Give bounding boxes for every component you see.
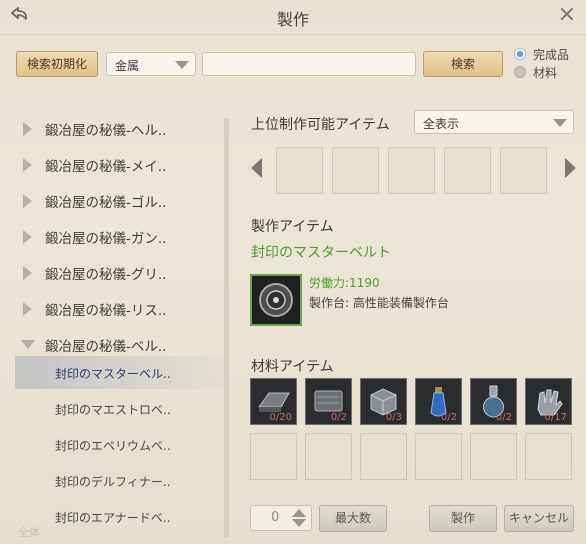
radio-unselected-icon — [514, 66, 526, 78]
belt-icon — [259, 283, 293, 317]
craft-item-name: 封印のマスターベルト — [251, 245, 391, 261]
material-slot[interactable]: 0/17 — [525, 378, 572, 425]
expand-icon — [23, 122, 32, 136]
craft-item-icon[interactable] — [250, 274, 302, 326]
tree-item[interactable]: 鍛冶屋の秘儀-メイ.. — [15, 148, 225, 181]
subitem-label: 封印のマエストロベ.. — [55, 403, 171, 417]
quantity-value: 0 — [271, 510, 280, 525]
search-button[interactable]: 検索 — [423, 51, 503, 77]
tree-item[interactable]: 鍛冶屋の秘儀-ヘル.. — [15, 112, 225, 145]
expand-icon — [23, 194, 32, 208]
upper-filter-select[interactable]: 全表示 — [414, 110, 574, 134]
tree-item-label: 鍛冶屋の秘儀-グリ.. — [45, 267, 167, 283]
chevron-down-icon — [553, 119, 567, 127]
expand-icon — [23, 230, 32, 244]
quantity-stepper[interactable]: 0 — [250, 505, 312, 531]
reset-search-button[interactable]: 検索初期化 — [16, 51, 98, 77]
material-count: 0/3 — [385, 412, 402, 423]
increment-icon[interactable] — [292, 509, 306, 517]
category-select[interactable]: 金属 — [106, 52, 196, 76]
tree-item[interactable]: 鍛冶屋の秘儀-リス.. — [15, 292, 225, 325]
craft-item-heading: 製作アイテム — [251, 219, 334, 235]
material-empty-slot — [415, 433, 462, 480]
upper-item-slot[interactable] — [332, 147, 379, 194]
material-count: 0/2 — [330, 412, 347, 423]
subitem-label: 封印のエアナードベ.. — [55, 511, 171, 525]
expand-icon — [23, 302, 32, 316]
crafting-window: 製作 × 検索初期化 金属 検索 完成品 材料 鍛冶屋の秘儀-ヘル.. 鍛冶屋の… — [0, 0, 586, 544]
title-bar: 製作 × — [0, 0, 586, 34]
upper-item-slot[interactable] — [388, 147, 435, 194]
tree-scrollbar[interactable] — [224, 118, 229, 538]
chevron-down-icon — [175, 61, 189, 69]
tree-item[interactable]: 鍛冶屋の秘儀-ガン.. — [15, 220, 225, 253]
tree-item-label: 鍛冶屋の秘儀-ゴル.. — [45, 195, 167, 211]
material-empty-slot — [250, 433, 297, 480]
subitem-label: 封印のエペリウムベ.. — [55, 439, 171, 453]
tree-subitem[interactable]: 封印のマエストロベ.. — [15, 392, 225, 425]
category-select-value: 金属 — [115, 59, 140, 73]
window-title: 製作 — [276, 10, 309, 29]
material-empty-slot — [525, 433, 572, 480]
craft-button[interactable]: 製作 — [429, 505, 497, 532]
material-count: 0/20 — [269, 412, 292, 423]
upper-items-heading: 上位制作可能アイテム — [251, 117, 390, 133]
expand-icon — [23, 266, 32, 280]
tree-subitem[interactable]: 封印のエペリウムベ.. — [15, 428, 225, 461]
upper-item-slot[interactable] — [276, 147, 323, 194]
search-input[interactable] — [202, 52, 416, 76]
next-arrow-icon[interactable] — [565, 158, 576, 178]
material-empty-slot — [305, 433, 352, 480]
material-count: 0/2 — [495, 412, 512, 423]
tree-item-label: 鍛冶屋の秘儀-リス.. — [45, 303, 167, 319]
material-empty-slot — [360, 433, 407, 480]
tree-item-label: 鍛冶屋の秘儀-ベル.. — [45, 339, 167, 355]
tree-item[interactable]: 鍛冶屋の秘儀-グリ.. — [15, 256, 225, 289]
subitem-label: 封印のデルフィナー.. — [55, 475, 171, 489]
close-icon[interactable]: × — [558, 2, 576, 27]
prev-arrow-icon[interactable] — [251, 158, 262, 178]
expand-icon — [23, 158, 32, 172]
tree-footer-label: 全体 — [18, 526, 40, 539]
material-empty-slot — [470, 433, 517, 480]
materials-heading: 材料アイテム — [251, 359, 334, 375]
upper-item-slot[interactable] — [444, 147, 491, 194]
material-slot[interactable]: 0/2 — [470, 378, 517, 425]
decrement-icon[interactable] — [292, 519, 306, 527]
collapse-icon — [21, 340, 35, 349]
material-count: 0/17 — [544, 412, 567, 423]
craft-station: 製作台: 高性能装備製作台 — [309, 296, 449, 310]
material-count: 0/2 — [440, 412, 457, 423]
radio-material-label: 材料 — [533, 66, 558, 80]
title-divider — [0, 34, 586, 35]
subitem-label: 封印のマスターベル.. — [55, 367, 171, 381]
tree-subitem-selected[interactable]: 封印のマスターベル.. — [15, 356, 225, 389]
material-slot[interactable]: 0/3 — [360, 378, 407, 425]
upper-item-slot[interactable] — [500, 147, 547, 194]
labor-cost: 労働力:1190 — [309, 276, 380, 290]
tree-subitem[interactable]: 封印のエアナードベ.. — [15, 500, 225, 533]
tree-item-label: 鍛冶屋の秘儀-ヘル.. — [45, 123, 167, 139]
tree-item-label: 鍛冶屋の秘儀-メイ.. — [45, 159, 167, 175]
max-quantity-button[interactable]: 最大数 — [319, 505, 387, 532]
material-slot[interactable]: 0/2 — [415, 378, 462, 425]
tree-item-label: 鍛冶屋の秘儀-ガン.. — [45, 231, 167, 247]
radio-finished-label: 完成品 — [533, 48, 570, 62]
radio-selected-icon — [514, 48, 526, 60]
cancel-button[interactable]: キャンセル — [504, 505, 574, 532]
material-slot[interactable]: 0/20 — [250, 378, 297, 425]
upper-filter-value: 全表示 — [423, 117, 460, 131]
material-slot[interactable]: 0/2 — [305, 378, 352, 425]
tree-subitem[interactable]: 封印のデルフィナー.. — [15, 464, 225, 497]
tree-item[interactable]: 鍛冶屋の秘儀-ゴル.. — [15, 184, 225, 217]
